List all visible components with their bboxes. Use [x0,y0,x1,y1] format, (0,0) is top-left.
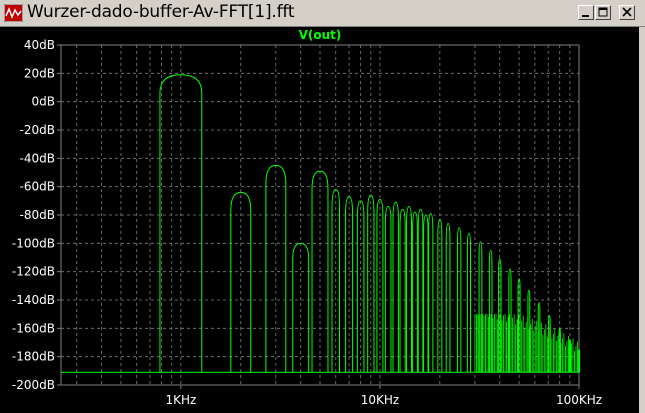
close-button[interactable] [619,5,635,20]
fft-chart[interactable]: 40dB 20dB 0dB -20dB -40dB -60dB -80dB -100dB -12… [0,27,645,413]
maximize-icon [598,7,608,17]
harmonic-peak [399,208,406,373]
x-tick-label: 10KHz [361,393,399,407]
vertical-scrollbar[interactable] [639,27,645,413]
title-bar[interactable]: Wurzer-dado-buffer-Av-FFT[1].fft [0,0,645,27]
y-tick-label: -180dB [12,350,55,364]
maximize-button[interactable] [595,5,611,20]
y-tick-label: -160dB [12,321,55,335]
harmonic-peak [423,214,429,373]
plot-area[interactable]: 40dB 20dB 0dB -20dB -40dB -60dB -80dB -100dB -12… [0,27,645,413]
harmonic-peak [428,213,434,373]
harmonic-peak [445,222,451,373]
y-tick-label: -100dB [12,236,55,250]
minimize-button[interactable] [578,5,594,20]
close-icon [622,7,632,17]
chart-title: V(out) [299,28,342,42]
harmonic-peak [406,205,413,373]
y-tick-label: 0dB [32,95,55,109]
y-tick-label: -200dB [12,378,55,392]
harmonic-peak [384,205,392,373]
y-tick-label: -40dB [20,151,55,165]
waveform-app-icon [4,4,23,22]
x-tick-label: 100KHz [556,393,602,407]
y-tick-label: -20dB [20,123,55,137]
window-title: Wurzer-dado-buffer-Av-FFT[1].fft [27,2,295,22]
harmonic-peak [466,232,472,373]
y-tick-label: 40dB [24,38,55,52]
y-tick-label: -120dB [12,265,55,279]
harmonic-peak [417,208,424,373]
minimize-icon [582,15,589,17]
fft-plot-window: Wurzer-dado-buffer-Av-FFT[1].fft 40dB 20d… [0,0,645,413]
harmonic-peak [437,218,443,373]
y-tick-label: -60dB [20,180,55,194]
y-tick-label: -140dB [12,293,55,307]
y-tick-label: -80dB [20,208,55,222]
y-tick-label: 20dB [24,66,55,80]
harmonic-peak [392,201,399,373]
harmonic-peak [412,211,418,373]
x-tick-label: 1KHz [165,393,196,407]
